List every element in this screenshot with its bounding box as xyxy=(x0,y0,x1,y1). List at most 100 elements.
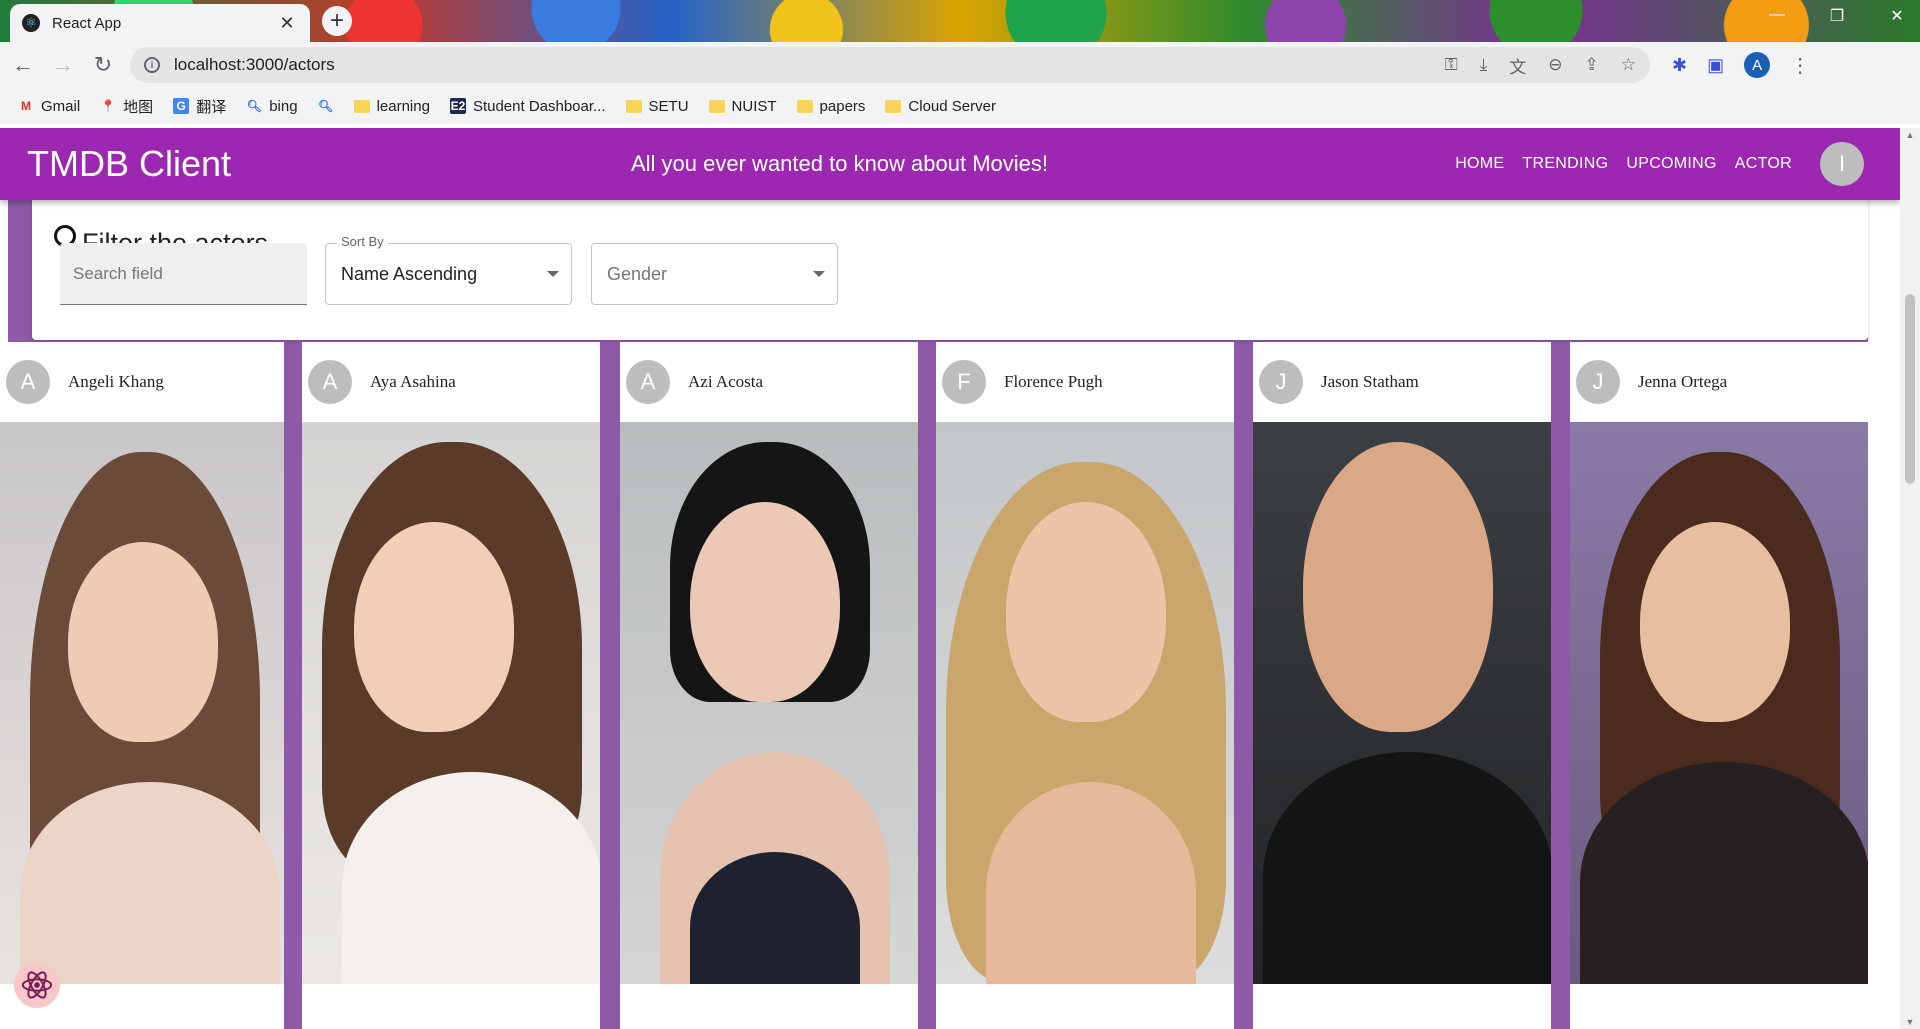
card-header: A Aya Asahina xyxy=(302,342,600,422)
app-header: TMDB Client All you ever wanted to know … xyxy=(0,128,1900,200)
search-icon: 🔍︎ xyxy=(246,99,262,113)
bookmark-setu[interactable]: SETU xyxy=(625,98,689,115)
bookmark-maps[interactable]: 📍 地图 xyxy=(100,96,154,117)
page-scrollbar[interactable]: ▲ ▼ xyxy=(1900,128,1920,1029)
actor-name: Angeli Khang xyxy=(68,372,164,391)
actor-photo[interactable] xyxy=(1253,422,1551,984)
zoom-icon[interactable]: ⊖ xyxy=(1548,55,1562,75)
bookmark-label: learning xyxy=(376,97,430,115)
actor-grid: A Angeli Khang A Aya Asahina A Azi Acost… xyxy=(0,342,1900,1029)
share-icon[interactable]: ⇪ xyxy=(1585,55,1599,75)
folder-icon xyxy=(353,99,370,113)
card-header: J Jason Statham xyxy=(1253,342,1551,422)
bookmark-translate[interactable]: G 翻译 xyxy=(173,96,226,117)
actor-photo[interactable] xyxy=(302,422,600,984)
search-icon: 🔍︎ xyxy=(317,99,334,113)
close-window-icon[interactable]: ✕ xyxy=(1884,6,1910,26)
restore-icon[interactable]: ❐ xyxy=(1824,6,1850,26)
browser-toolbar: ← → ↻ i localhost:3000/actors ⚿ ⤓ 文 ⊖ ⇪ … xyxy=(0,42,1920,88)
avatar: A xyxy=(6,360,50,404)
nav-home[interactable]: HOME xyxy=(1455,155,1504,173)
bookmark-cloud-server[interactable]: Cloud Server xyxy=(885,98,996,115)
bookmark-label: Student Dashboar... xyxy=(472,97,606,115)
card-header: J Jenna Ortega xyxy=(1570,342,1868,422)
extensions-puzzle-icon[interactable]: ✱ xyxy=(1672,55,1687,76)
address-bar[interactable]: i localhost:3000/actors ⚿ ⤓ 文 ⊖ ⇪ ☆ xyxy=(130,47,1650,83)
bookmark-papers[interactable]: papers xyxy=(796,97,866,115)
browser-menu-icon[interactable]: ⋮ xyxy=(1790,53,1810,78)
bookmark-learning[interactable]: learning xyxy=(353,97,430,115)
nav-upcoming[interactable]: UPCOMING xyxy=(1626,155,1716,173)
react-favicon-icon: ⚛ xyxy=(22,14,40,32)
actor-card[interactable]: A Aya Asahina xyxy=(302,342,600,1029)
tab-close-icon[interactable]: ✕ xyxy=(276,13,298,34)
profile-avatar[interactable]: A xyxy=(1744,52,1771,78)
scroll-up-icon[interactable]: ▲ xyxy=(1900,130,1920,140)
actor-card[interactable]: A Azi Acosta xyxy=(620,342,918,1029)
bookmark-label: papers xyxy=(819,97,866,115)
key-icon[interactable]: ⚿ xyxy=(1445,55,1458,75)
scroll-down-icon[interactable]: ▼ xyxy=(1900,1017,1920,1027)
gender-select[interactable]: Gender xyxy=(591,243,838,305)
bookmark-label: 翻译 xyxy=(196,98,227,116)
bookmark-star-icon[interactable]: ☆ xyxy=(1621,55,1636,75)
bookmark-search[interactable]: 🔍︎ xyxy=(318,98,334,114)
nav-menu: HOME TRENDING UPCOMING ACTOR I xyxy=(1455,142,1864,186)
url-text[interactable]: localhost:3000/actors xyxy=(174,55,335,75)
bookmark-student-dashboard[interactable]: E2 Student Dashboar... xyxy=(449,97,606,115)
actor-name: Jason Statham xyxy=(1321,372,1419,391)
new-tab-button[interactable]: + xyxy=(322,6,352,36)
actor-card[interactable]: J Jenna Ortega xyxy=(1570,342,1868,1029)
translate-page-icon[interactable]: 文 xyxy=(1509,53,1526,78)
card-header: A Azi Acosta xyxy=(620,342,918,422)
chevron-down-icon xyxy=(813,271,825,277)
folder-icon xyxy=(885,99,902,113)
actor-card[interactable]: A Angeli Khang xyxy=(0,342,284,1029)
bookmark-label: bing xyxy=(269,97,298,115)
browser-tab[interactable]: ⚛ React App ✕ xyxy=(10,4,310,42)
actor-photo[interactable] xyxy=(0,422,284,984)
nav-trending[interactable]: TRENDING xyxy=(1522,155,1608,173)
reload-icon[interactable]: ↻ xyxy=(86,48,120,82)
card-header: F Florence Pugh xyxy=(936,342,1234,422)
user-avatar[interactable]: I xyxy=(1820,142,1864,186)
forward-arrow-icon[interactable]: → xyxy=(46,48,80,82)
actor-card[interactable]: F Florence Pugh xyxy=(936,342,1234,1029)
nav-actor[interactable]: ACTOR xyxy=(1735,155,1792,173)
app-title[interactable]: TMDB Client xyxy=(27,143,437,185)
sort-select[interactable]: Sort By Name Ascending xyxy=(325,234,572,305)
bookmarks-bar: M Gmail 📍 地图 G 翻译 🔍︎ bing 🔍︎ learning E2 Stud… xyxy=(0,88,1920,124)
sort-label: Sort By xyxy=(337,234,388,249)
sort-value: Name Ascending xyxy=(341,263,478,284)
back-arrow-icon[interactable]: ← xyxy=(6,48,40,82)
actor-photo[interactable] xyxy=(1570,422,1868,984)
avatar: F xyxy=(942,360,986,404)
avatar: A xyxy=(308,360,352,404)
scrollbar-thumb[interactable] xyxy=(1905,294,1915,484)
avatar: A xyxy=(626,360,670,404)
search-input[interactable] xyxy=(73,263,293,284)
bookmark-nuist[interactable]: NUIST xyxy=(708,98,777,115)
extension-area: ✱ ▣ A ⋮ xyxy=(1672,52,1810,78)
actor-name: Aya Asahina xyxy=(370,372,456,391)
folder-icon xyxy=(625,99,642,113)
bookmark-bing[interactable]: 🔍︎ bing xyxy=(246,97,298,115)
actor-name: Florence Pugh xyxy=(1004,372,1103,391)
side-panel-icon[interactable]: ▣ xyxy=(1707,55,1724,76)
search-field[interactable] xyxy=(60,243,307,305)
minimize-icon[interactable]: — xyxy=(1764,6,1790,26)
browser-tab-strip: ⚛ React App ✕ + — ❐ ✕ xyxy=(0,0,1920,42)
gender-placeholder: Gender xyxy=(607,263,668,284)
gmail-icon: M xyxy=(21,99,31,113)
bookmark-gmail[interactable]: M Gmail xyxy=(18,98,80,115)
filter-card: Filter the actors. xyxy=(32,180,1868,340)
actor-name: Azi Acosta xyxy=(688,372,764,391)
site-info-icon[interactable]: i xyxy=(144,57,160,73)
install-icon[interactable]: ⤓ xyxy=(1480,55,1488,75)
actor-photo[interactable] xyxy=(936,422,1234,984)
folder-icon xyxy=(796,99,813,113)
actor-card[interactable]: J Jason Statham xyxy=(1253,342,1551,1029)
actor-photo[interactable] xyxy=(620,422,918,984)
bookmark-label: 地图 xyxy=(123,98,154,116)
react-devtools-icon[interactable] xyxy=(14,962,60,1008)
